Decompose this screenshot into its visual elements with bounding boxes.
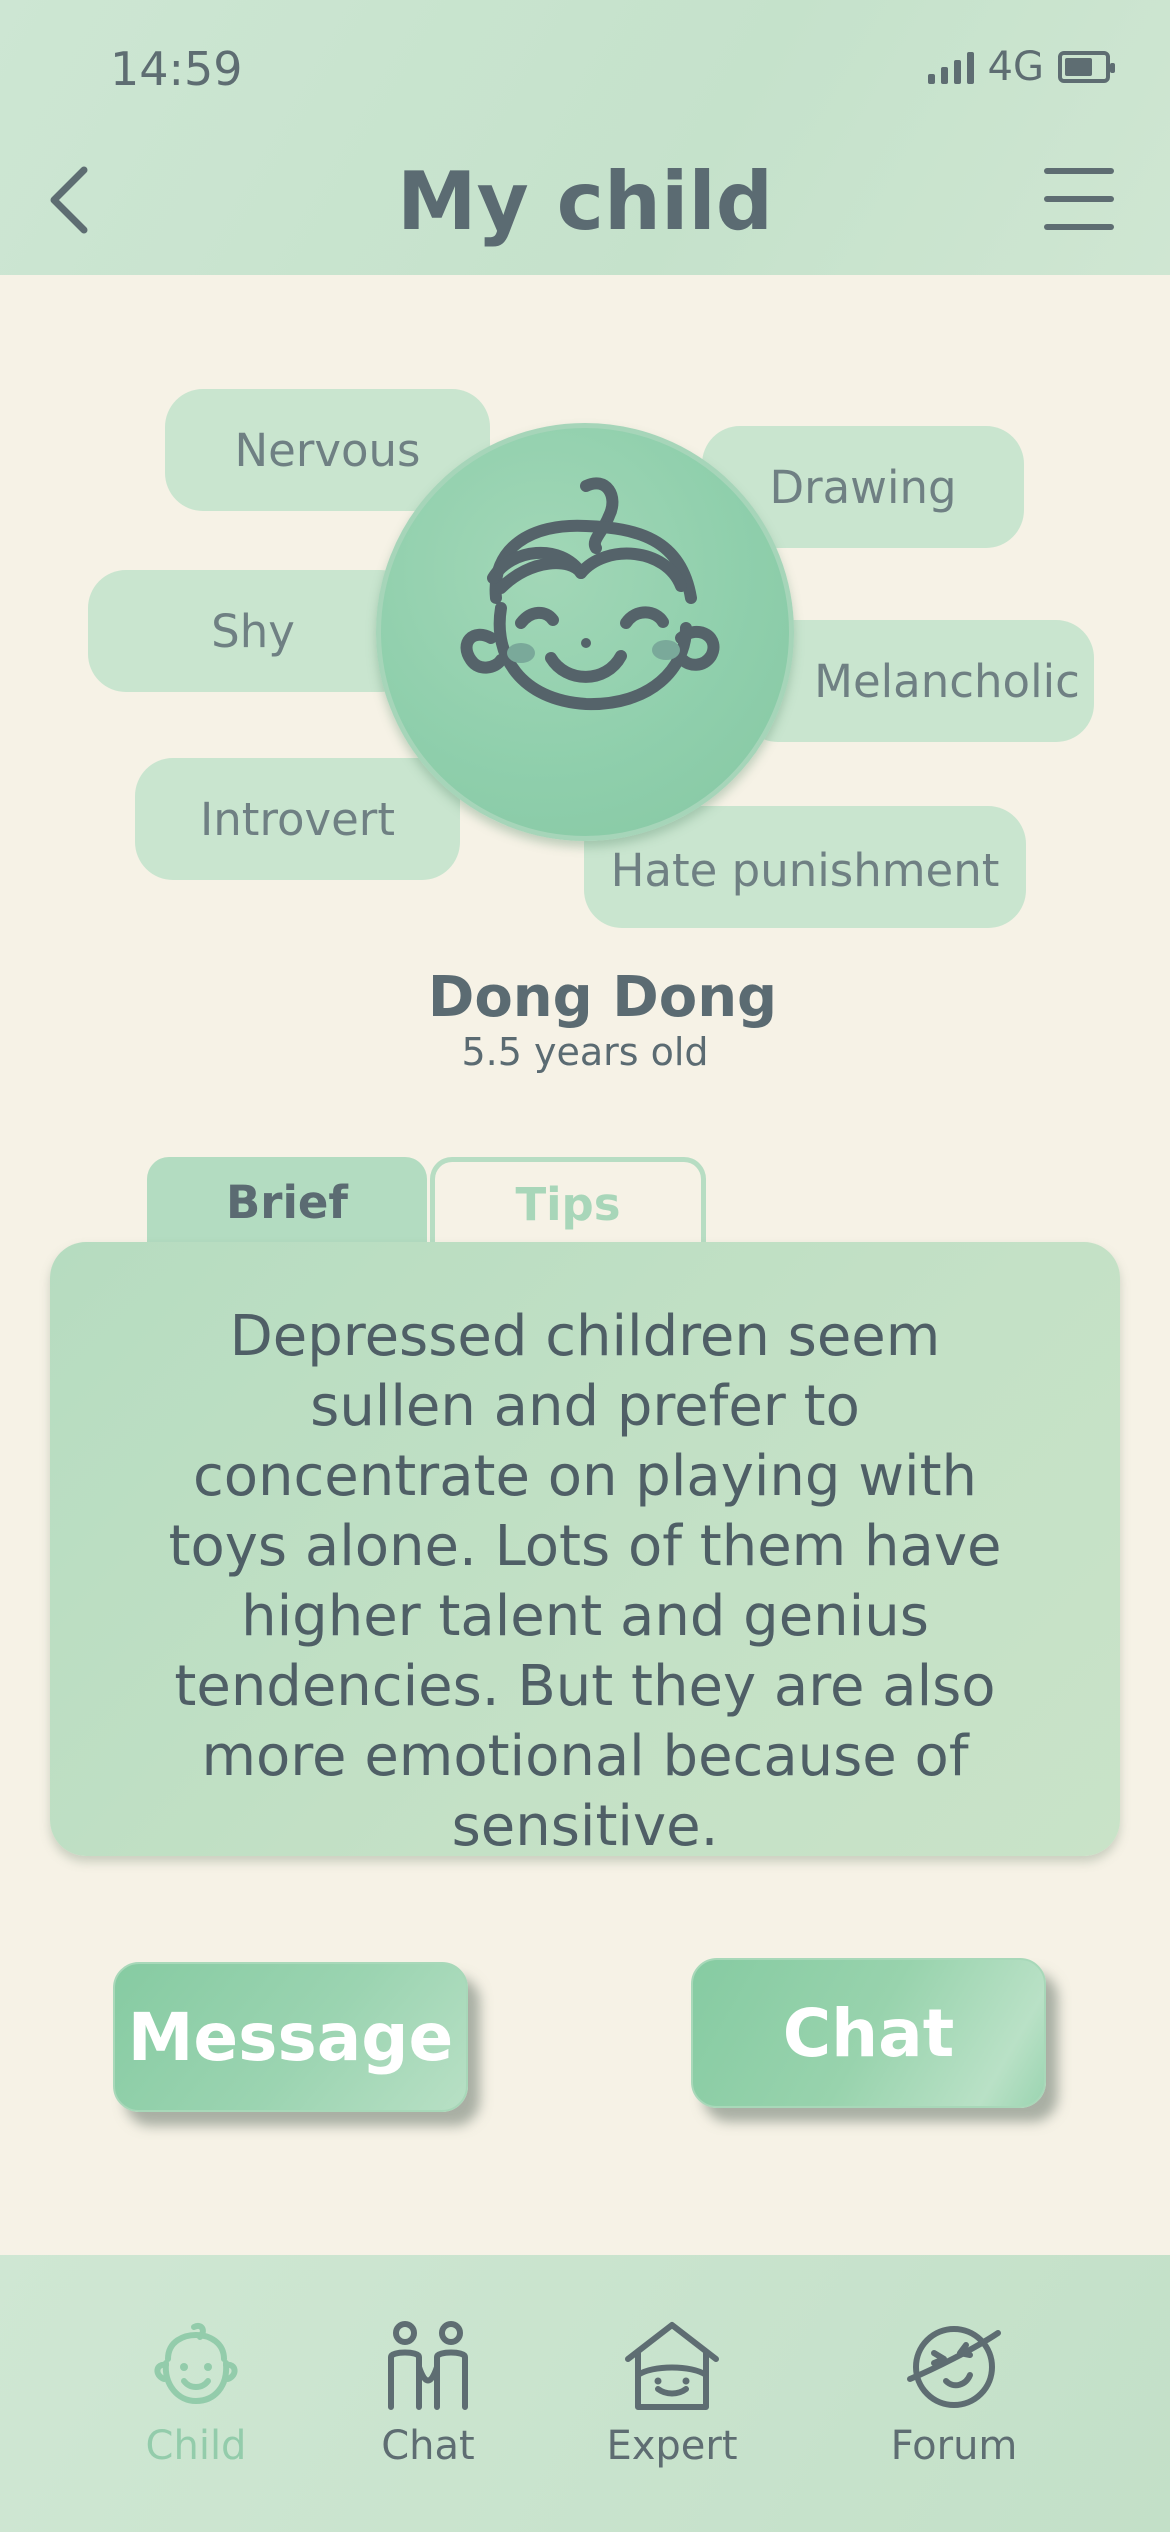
nav-child[interactable]: Child — [86, 2255, 306, 2532]
status-time: 14:59 — [110, 42, 243, 96]
status-icons: 4G — [927, 44, 1115, 90]
menu-button[interactable] — [1044, 168, 1114, 230]
battery-icon — [1058, 51, 1115, 83]
nav-forum[interactable]: Forum — [844, 2255, 1064, 2532]
nav-label-child: Child — [145, 2423, 247, 2469]
tab-tips[interactable]: Tips — [430, 1157, 706, 1247]
planet-icon — [907, 2326, 1001, 2408]
chat-button[interactable]: Chat — [691, 1958, 1046, 2108]
nav-chat[interactable]: Chat — [318, 2255, 538, 2532]
tag-shy[interactable]: Shy — [88, 570, 418, 692]
child-avatar[interactable] — [376, 423, 794, 841]
child-face-icon — [460, 477, 720, 711]
hamburger-menu-icon — [1044, 168, 1114, 174]
app-header: 14:59 4G My child — [0, 0, 1170, 275]
child-age: 5.5 years old — [461, 1030, 709, 1074]
house-icon — [625, 2322, 719, 2410]
child-name: Dong Dong — [427, 965, 778, 1030]
brief-text: Depressed children seem sullen and prefe… — [168, 1304, 1002, 1859]
network-type: 4G — [987, 44, 1044, 90]
nav-label-expert: Expert — [606, 2423, 738, 2469]
tab-brief[interactable]: Brief — [147, 1157, 427, 1247]
people-icon — [388, 2321, 468, 2410]
signal-icon — [927, 50, 974, 84]
bottom-nav: Child Chat Expert Forum — [0, 2255, 1170, 2532]
page-title: My child — [396, 155, 774, 248]
nav-expert[interactable]: Expert — [562, 2255, 782, 2532]
brief-card: Depressed children seem sullen and prefe… — [50, 1242, 1120, 1859]
nav-label-forum: Forum — [890, 2423, 1018, 2469]
nav-label-chat: Chat — [381, 2423, 475, 2469]
message-button[interactable]: Message — [113, 1962, 468, 2112]
child-face-icon — [154, 2323, 238, 2404]
